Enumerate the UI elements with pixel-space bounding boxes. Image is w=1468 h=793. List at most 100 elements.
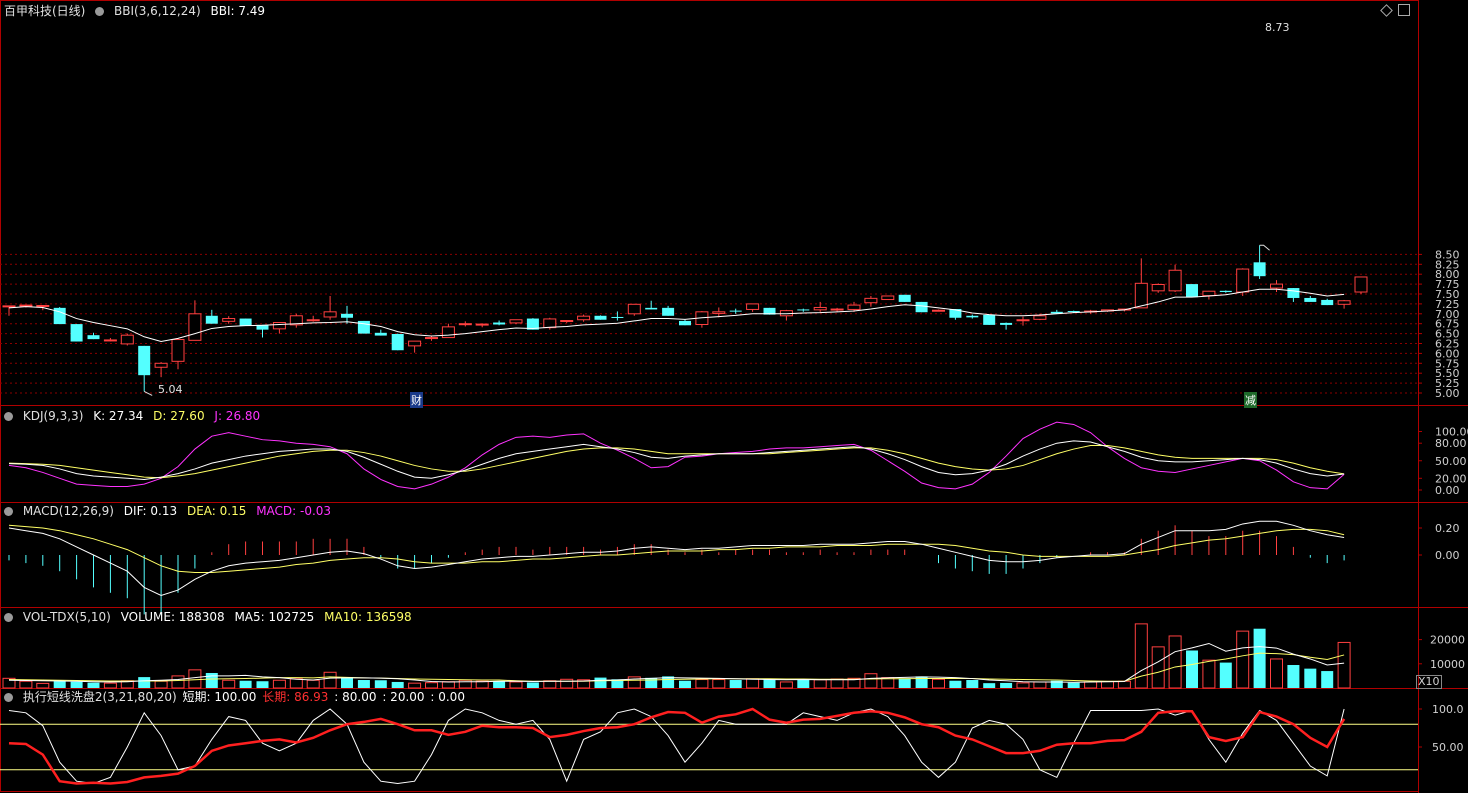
candle-body-up (19, 304, 33, 307)
candle-body-up (509, 319, 523, 324)
volume-bar-up (779, 681, 793, 689)
wash-short-line (8, 708, 1345, 784)
volume-bar-up (323, 671, 337, 689)
candle-body-up (864, 297, 878, 304)
volume-bar-up (1117, 680, 1131, 689)
candle-body-down (1321, 299, 1334, 306)
candle-body-up (103, 339, 117, 342)
candle-body-down (611, 316, 624, 318)
volume-bar-up (425, 682, 438, 689)
financial-report-marker[interactable]: 财 (410, 392, 423, 408)
volume-bar-up (408, 682, 422, 689)
kdj-j-line (8, 421, 1345, 490)
bbi-indicator-name[interactable]: BBI(3,6,12,24) (114, 4, 201, 18)
candle-body-down (679, 320, 691, 326)
candle-body-up (1270, 283, 1283, 289)
vol-indicator-name[interactable]: VOL-TDX(5,10) (23, 610, 111, 624)
volume-bar-down (239, 680, 252, 688)
candle-body-down (341, 313, 353, 318)
volume-bar-up (1270, 658, 1283, 689)
kdj-d-value: D: 27.60 (153, 409, 205, 423)
wash-indicator-name[interactable]: 执行短线洗盘2(3,21,80,20) (23, 690, 177, 704)
candle-body-up (577, 315, 591, 321)
candle-body-down (797, 309, 810, 311)
candle-body-up (813, 306, 827, 311)
candle-body-down (1219, 290, 1232, 293)
circle-icon[interactable] (4, 412, 13, 421)
kdj-tick-label: 50.00 (1435, 455, 1467, 468)
circle-icon[interactable] (4, 613, 13, 622)
stock-title: 百甲科技(日线) (4, 4, 86, 18)
volume-bar-down (729, 680, 742, 688)
circle-icon[interactable] (4, 693, 13, 702)
candle-body-down (966, 315, 979, 318)
vol-volume-value: VOLUME: 188308 (120, 610, 225, 624)
high-pointer (1259, 244, 1270, 251)
wash-short-value: 短期: 100.00 (182, 690, 257, 704)
candle-body-up (1354, 276, 1368, 293)
volume-bar-down (391, 681, 404, 688)
volume-bar-down (256, 681, 269, 688)
candle-body-down (983, 314, 996, 325)
outer-frame (0, 0, 1419, 792)
volume-bar-down (87, 682, 100, 688)
reduction-marker[interactable]: 减 (1244, 392, 1257, 408)
volume-bar-down (645, 677, 658, 688)
wash-long-value: 长期: 86.93 (262, 690, 329, 704)
volume-bar-down (797, 679, 810, 688)
volume-bar-down (1219, 662, 1232, 688)
volume-bar-down (966, 680, 979, 688)
volume-bar-up (222, 679, 236, 689)
volume-bar-down (1253, 628, 1266, 688)
candle-body-up (2, 305, 16, 308)
candle-body-up (1337, 300, 1351, 305)
volume-bar-up (1134, 623, 1148, 689)
candle-body-up (627, 303, 641, 315)
volume-unit-label: X10 (1416, 675, 1442, 689)
kdj-panel (8, 421, 1345, 490)
volume-bar-up (746, 678, 760, 689)
macd-panel (8, 520, 1345, 615)
volume-bar-down (1067, 682, 1080, 688)
volume-bar-down (70, 681, 83, 688)
macd-tick-label: 0.20 (1435, 522, 1460, 535)
volume-bar-down (374, 680, 387, 688)
macd-dif-line (8, 520, 1345, 597)
volume-bar-up (289, 678, 303, 689)
candle-body-up (1168, 269, 1182, 292)
volume-ma5-line (8, 642, 1345, 683)
macd-tick-label: 0.00 (1435, 549, 1460, 562)
macd-indicator-name[interactable]: MACD(12,26,9) (23, 504, 114, 518)
wash-panel (0, 707, 1418, 785)
volume-bar-up (1337, 641, 1351, 689)
candle-body-up (188, 313, 202, 341)
volume-bar-down (949, 680, 962, 688)
volume-bar-up (19, 680, 33, 689)
macd-header: MACD(12,26,9) DIF: 0.13 DEA: 0.15 MACD: … (4, 503, 337, 519)
circle-icon[interactable] (95, 7, 105, 16)
wash-tick-label: 50.00 (1432, 741, 1464, 754)
candle-body-down (1000, 322, 1013, 325)
kdj-indicator-name[interactable]: KDJ(9,3,3) (23, 409, 84, 423)
volume-bar-up (441, 681, 455, 689)
volume-bar-up (1033, 681, 1047, 689)
candle-body-up (272, 322, 286, 330)
volume-bar-down (763, 679, 776, 688)
volume-bar-down (53, 681, 66, 688)
volume-bar-up (1236, 630, 1250, 689)
volume-bar-up (813, 679, 827, 689)
volume-bar-up (36, 682, 50, 689)
window-toggle-icon[interactable] (1398, 4, 1410, 16)
wash-l80-value: : 80.00 (334, 690, 377, 704)
volume-bar-down (205, 672, 218, 688)
volume-bar-up (932, 678, 945, 689)
circle-icon[interactable] (4, 507, 13, 516)
volume-panel (2, 623, 1351, 689)
candle-body-up (932, 309, 945, 312)
macd-dif-value: DIF: 0.13 (123, 504, 178, 518)
volume-bar-down (341, 677, 353, 688)
candle-body-down (645, 307, 658, 310)
macd-dea-value: DEA: 0.15 (186, 504, 247, 518)
volume-bar-down (679, 680, 691, 688)
volume-bar-up (560, 678, 574, 689)
